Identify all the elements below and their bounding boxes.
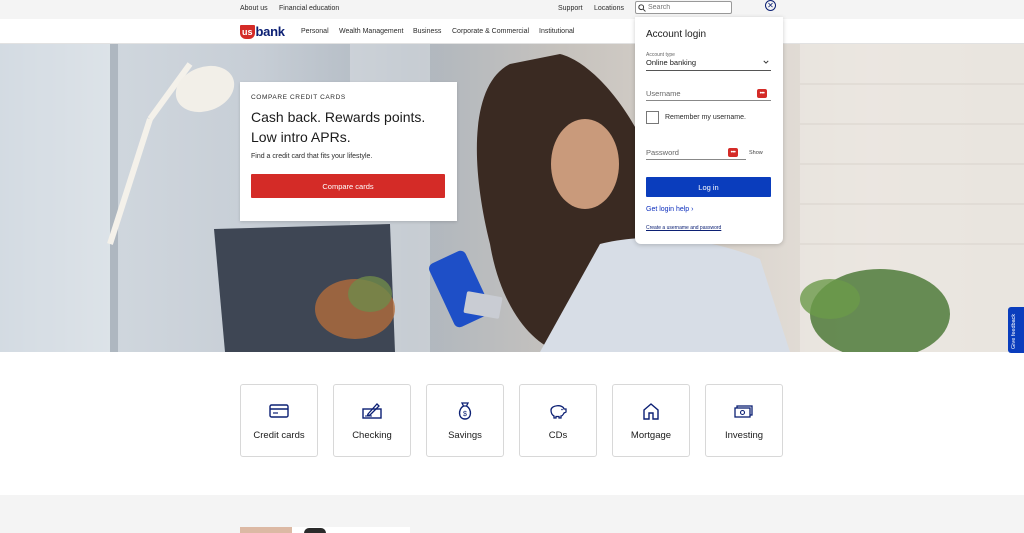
feature-section [0, 495, 1024, 533]
product-tile-investing[interactable]: Investing [705, 384, 783, 457]
account-type-value: Online banking [646, 58, 697, 67]
close-icon: ✕ [767, 0, 774, 10]
search-box[interactable] [635, 1, 732, 14]
hero-illustration [0, 44, 1024, 352]
product-tile-savings[interactable]: $ Savings [426, 384, 504, 457]
close-login-button[interactable]: ✕ [765, 0, 776, 11]
financial-education-link[interactable]: Financial education [279, 5, 339, 12]
logo-bank-wordmark: bank [255, 24, 285, 39]
chevron-down-icon [763, 60, 769, 64]
piggy-bank-icon [550, 405, 567, 419]
promo-headline: Cash back. Rewards points. Low intro APR… [251, 109, 426, 145]
hero-image [0, 44, 1024, 352]
about-us-link[interactable]: About us [240, 5, 268, 12]
checkbook-icon [362, 403, 382, 419]
show-password-button[interactable]: Show [749, 150, 763, 156]
nav-item-personal[interactable]: Personal [301, 28, 329, 35]
product-tile-label: Checking [352, 430, 392, 441]
utility-bar: About us Financial education Support Loc… [0, 0, 1024, 19]
account-login-panel: Account login Account type Online bankin… [635, 17, 783, 244]
logo-us-mark: us [240, 24, 255, 39]
nav-item-wealth-management[interactable]: Wealth Management [339, 28, 403, 35]
svg-text:$: $ [463, 411, 467, 418]
search-icon [638, 4, 646, 12]
product-tile-credit-cards[interactable]: Credit cards [240, 384, 318, 457]
credit-card-icon [269, 404, 289, 418]
support-link[interactable]: Support [558, 5, 583, 12]
money-bag-icon: $ [458, 402, 472, 420]
give-feedback-label: Give feedback [1011, 313, 1017, 349]
password-placeholder: Password [646, 148, 679, 157]
username-placeholder: Username [646, 89, 681, 98]
product-tile-label: CDs [548, 430, 568, 441]
product-tile-label: Mortgage [630, 430, 672, 441]
password-manager-icon[interactable]: ••• [757, 89, 767, 98]
remember-username-checkbox[interactable] [646, 111, 659, 124]
promo-subtext: Find a credit card that fits your lifest… [251, 153, 373, 160]
main-nav: us bank Personal Wealth Management Busin… [0, 19, 1024, 44]
nav-item-institutional[interactable]: Institutional [539, 28, 574, 35]
create-username-link[interactable]: Create a username and password [646, 225, 721, 231]
product-tile-label: Investing [724, 430, 764, 441]
nav-item-corporate-commercial[interactable]: Corporate & Commercial [452, 28, 529, 35]
nav-item-business[interactable]: Business [413, 28, 441, 35]
promo-card: COMPARE CREDIT CARDS Cash back. Rewards … [240, 82, 457, 221]
username-field[interactable]: Username ••• [646, 87, 771, 101]
product-tile-mortgage[interactable]: Mortgage [612, 384, 690, 457]
usbank-logo[interactable]: us bank [240, 24, 285, 39]
locations-link[interactable]: Locations [594, 5, 624, 12]
house-icon [643, 403, 659, 420]
product-tile-label: Savings [448, 430, 482, 441]
feature-image [240, 527, 410, 533]
promo-eyebrow: COMPARE CREDIT CARDS [251, 94, 346, 101]
login-title: Account login [646, 29, 707, 40]
search-input[interactable] [648, 2, 728, 13]
get-login-help-link[interactable]: Get login help › [646, 206, 693, 213]
product-tile-cds[interactable]: CDs [519, 384, 597, 457]
remember-username-label: Remember my username. [665, 114, 746, 121]
compare-cards-button[interactable]: Compare cards [251, 174, 445, 198]
product-tile-checking[interactable]: Checking [333, 384, 411, 457]
product-tile-label: Credit cards [253, 430, 305, 441]
account-type-select[interactable]: Online banking [646, 58, 771, 71]
password-manager-icon[interactable]: ••• [728, 148, 738, 157]
give-feedback-tab[interactable]: Give feedback [1008, 307, 1024, 353]
password-field[interactable]: Password ••• [646, 146, 746, 160]
cash-stack-icon [734, 405, 753, 418]
log-in-button[interactable]: Log in [646, 177, 771, 197]
